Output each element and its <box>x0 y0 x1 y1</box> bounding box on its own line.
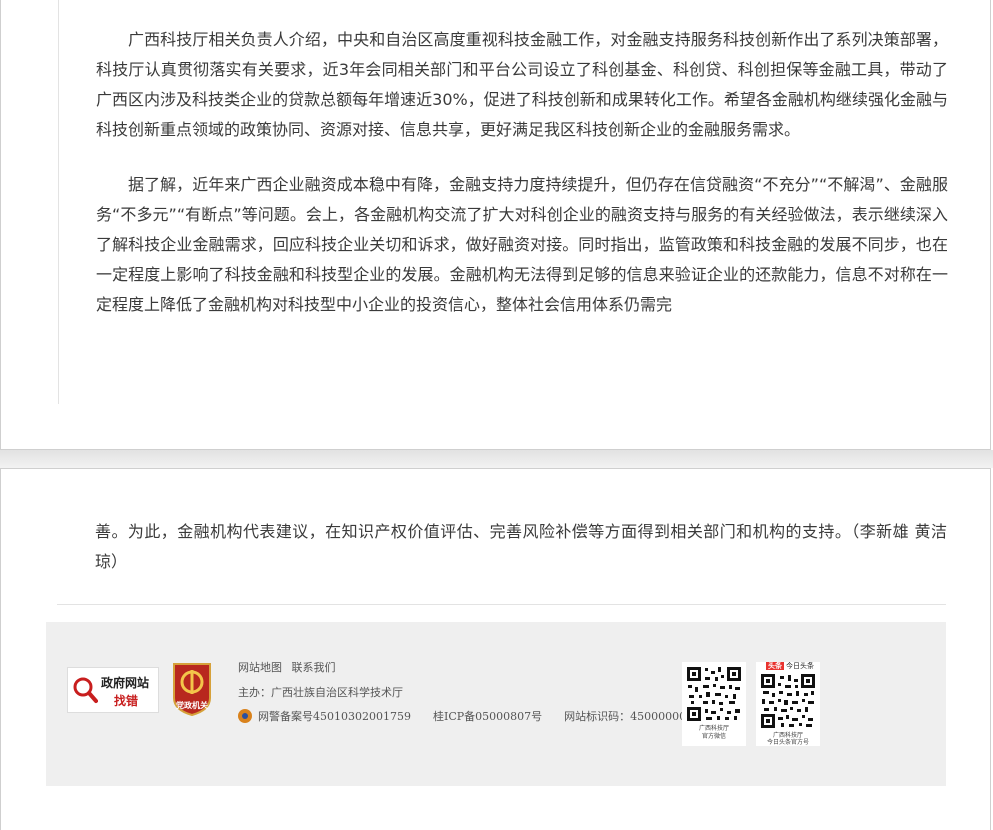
site-id: 网站标识码：4500000052 <box>564 710 701 723</box>
article-paragraph-2-continued: 善。为此，金融机构代表建议，在知识产权价值评估、完善风险补偿等方面得到相关部门和… <box>95 522 947 571</box>
gov-site-error-report-badge[interactable]: 政府网站 找错 <box>67 667 159 713</box>
content-border-left <box>58 0 59 404</box>
toutiao-tag: 头条 今日头条 <box>766 662 814 670</box>
footer-registration: 网警备案号45010302001759 桂ICP备05000807号 网站标识码… <box>238 708 722 724</box>
article-page-top: 广西科技厅相关负责人介绍，中央和自治区高度重视科技金融工作，对金融支持服务科技创… <box>0 0 991 450</box>
sitemap-link[interactable]: 网站地图 <box>238 661 282 674</box>
content-divider <box>57 604 946 605</box>
page-break <box>0 450 993 468</box>
wechat-qr: 广西科技厅 官方微信 <box>682 662 746 746</box>
qr-code-icon <box>685 665 743 723</box>
icp-link[interactable]: 桂ICP备05000807号 <box>433 708 542 724</box>
magnifier-icon <box>72 676 98 708</box>
article-paragraph-1: 广西科技厅相关负责人介绍，中央和自治区高度重视科技金融工作，对金融支持服务科技创… <box>96 30 948 139</box>
footer-host: 主办：广西壮族自治区科学技术厅 <box>238 686 403 699</box>
article-paragraph-2: 据了解，近年来广西企业融资成本稳中有降，金融支持力度持续提升，但仍存在信贷融资“… <box>96 175 948 314</box>
site-footer: 政府网站 找错 党政机关 网站地图 联系我们 主办：广西壮族自治区科学技术厅 网… <box>46 622 946 786</box>
police-record-link[interactable]: 网警备案号45010302001759 <box>258 708 411 724</box>
toutiao-qr: 头条 今日头条 广西科技厅 今日头条官方号 <box>756 662 820 746</box>
footer-links: 网站地图 联系我们 <box>238 659 342 675</box>
contact-link[interactable]: 联系我们 <box>292 661 336 674</box>
party-government-badge[interactable]: 党政机关 <box>170 662 214 717</box>
police-badge-icon <box>238 709 252 723</box>
qr-code-icon <box>759 672 817 730</box>
